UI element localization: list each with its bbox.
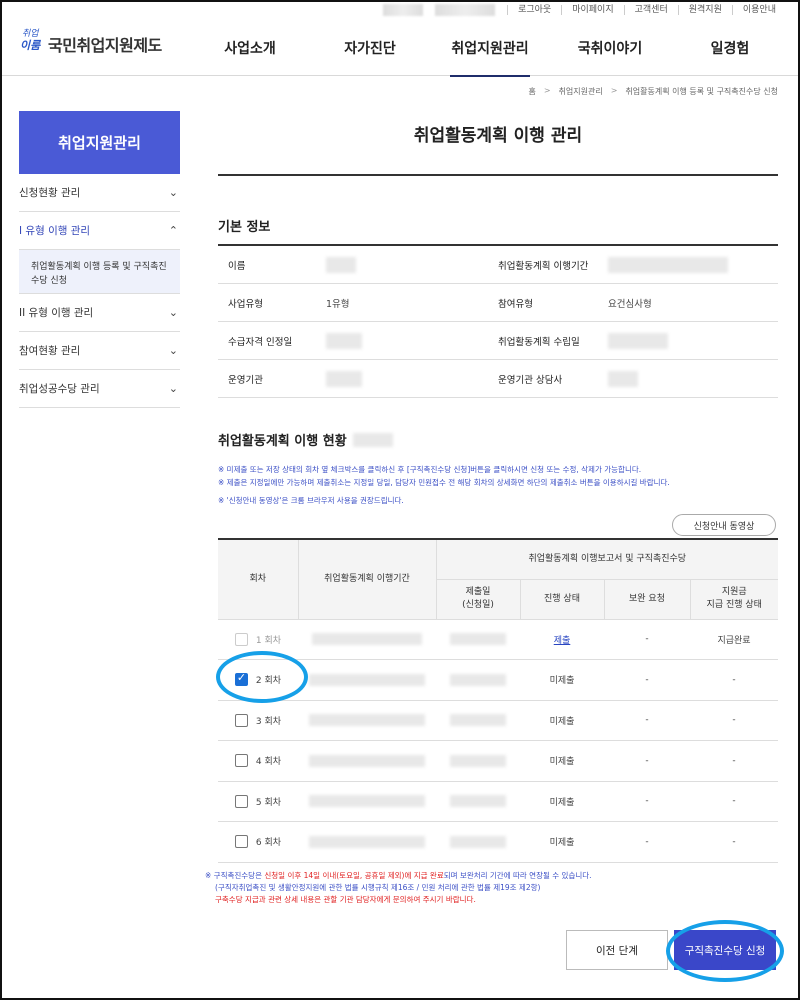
status-title: 취업활동계획 이행 현황 (218, 434, 347, 449)
th-round: 회차 (218, 538, 299, 620)
sidebar-item-application-status[interactable]: 신청현황 관리 ⌄ (19, 174, 180, 212)
plan-status-table: 회차 취업활동계획 이행기간 취업활동계획 이행보고서 및 구직촉진수당 제출일… (218, 538, 778, 863)
redacted-value (450, 633, 506, 646)
breadcrumb-section[interactable]: 취업지원관리 (559, 86, 603, 97)
main-nav: 사업소개 자가진단 취업지원관리 국취이야기 일경험 (190, 20, 790, 77)
nav-self-diagnosis[interactable]: 자가진단 (310, 20, 430, 76)
mypage-link[interactable]: 마이페이지 (561, 5, 623, 15)
logout-link[interactable]: 로그아웃 (507, 5, 561, 15)
sidebar-item-type1[interactable]: I 유형 이행 관리 ⌃ (19, 212, 180, 250)
redacted-value (326, 332, 362, 349)
previous-step-button[interactable]: 이전 단계 (566, 930, 668, 970)
user-info-blurred (435, 4, 496, 16)
th-period: 취업활동계획 이행기간 (297, 538, 437, 620)
header: 취업 이룸 국민취업지원제도 사업소개 자가진단 취업지원관리 국취이야기 일경… (0, 20, 800, 77)
table-row: 5 회차 미제출 - - (218, 781, 778, 822)
chevron-right-icon: > (610, 86, 618, 95)
status-section-header: 취업활동계획 이행 현황 (218, 430, 778, 449)
redacted-value (608, 332, 668, 349)
round-checkbox[interactable] (234, 754, 248, 768)
round-checkbox[interactable] (234, 794, 248, 808)
round-checkbox (234, 632, 248, 646)
logo-mark: 취업 이룸 (20, 29, 41, 52)
redacted-value (312, 633, 422, 646)
sidebar-title: 취업지원관리 (19, 111, 180, 174)
round-checkbox[interactable] (234, 713, 248, 727)
info-row: 수급자격 인정일 취업활동계획 수립일 (218, 322, 778, 360)
remote-support-link[interactable]: 원격지원 (677, 5, 732, 15)
redacted-value (608, 256, 728, 273)
breadcrumb-home[interactable]: 홈 (528, 86, 535, 97)
table-row: 6 회차 미제출 - - (218, 821, 778, 863)
table-row: 1 회차 제출 - 지급완료 (218, 619, 778, 660)
redacted-value (608, 370, 638, 387)
sidebar: 취업지원관리 신청현황 관리 ⌄ I 유형 이행 관리 ⌃ 취업활동계획 이행 … (19, 111, 180, 408)
redacted-value (309, 835, 425, 848)
utility-bar: 로그아웃 마이페이지 고객센터 원격지원 이용안내 (0, 0, 800, 20)
sidebar-item-success-allowance[interactable]: 취업성공수당 관리 ⌄ (19, 370, 180, 408)
chevron-right-icon: > (543, 86, 551, 95)
breadcrumb-current: 취업활동계획 이행 등록 및 구직촉진수당 신청 (625, 87, 778, 96)
basic-info-table: 이름 취업활동계획 이행기간 사업유형 1유형 참여유형 요건심사형 수급자격 … (218, 244, 778, 398)
basic-info-title: 기본 정보 (218, 220, 271, 235)
info-row: 이름 취업활동계획 이행기간 (218, 246, 778, 284)
status-submitted-link[interactable]: 제출 (554, 636, 571, 646)
allowance-notes: ※ 구직촉진수당은 신청일 이후 14일 이내(토요일, 공휴일 제외)에 지급… (205, 871, 592, 904)
chevron-up-icon: ⌃ (168, 224, 178, 237)
nav-employment-support[interactable]: 취업지원관리 (430, 20, 550, 77)
chevron-down-icon: ⌄ (168, 382, 178, 395)
info-row: 사업유형 1유형 참여유형 요건심사형 (218, 284, 778, 322)
sidebar-subitem-plan-register[interactable]: 취업활동계획 이행 등록 및 구직촉진수당 신청 (19, 250, 180, 294)
chevron-down-icon: ⌄ (168, 186, 178, 199)
note-line: ※ '신청안내 동영상'은 크롬 브라우저 사용을 권장드립니다. (218, 496, 404, 505)
guide-link[interactable]: 이용안내 (731, 5, 786, 15)
redacted-value (309, 754, 425, 767)
redacted-value (326, 256, 356, 273)
note-line: ※ 미제출 또는 저장 상태의 회차 옆 체크박스를 클릭하신 후 [구직촉진수… (218, 465, 642, 474)
info-row: 운영기관 운영기관 상담사 (218, 360, 778, 398)
nav-business-intro[interactable]: 사업소개 (190, 20, 310, 76)
redacted-value (309, 714, 425, 727)
redacted-value (352, 432, 393, 447)
site-logo[interactable]: 취업 이룸 국민취업지원제도 (20, 26, 162, 60)
table-row: 3 회차 미제출 - - (218, 700, 778, 741)
th-submit-date: 제출일 (신청일) (436, 578, 521, 620)
note-line: ※ 제출은 지정일에만 가능하며 제출취소는 지정일 당일, 담당자 민원접수 … (218, 478, 670, 487)
highlight-circle (216, 651, 308, 703)
breadcrumb: 홈 > 취업지원관리 > 취업활동계획 이행 등록 및 구직촉진수당 신청 (528, 86, 778, 97)
round-checkbox[interactable] (234, 835, 248, 849)
redacted-value (450, 673, 506, 686)
user-name-blurred (383, 4, 424, 16)
highlight-circle (666, 920, 784, 982)
nav-stories[interactable]: 국취이야기 (550, 20, 670, 76)
nav-work-experience[interactable]: 일경험 (670, 20, 790, 76)
sidebar-item-type2[interactable]: II 유형 이행 관리 ⌄ (19, 294, 180, 332)
logo-text: 국민취업지원제도 (48, 38, 162, 55)
main-content: 취업활동계획 이행 관리 기본 정보 이름 취업활동계획 이행기간 사업유형 1… (218, 110, 778, 863)
status-notes: ※ 미제출 또는 저장 상태의 회차 옆 체크박스를 클릭하신 후 [구직촉진수… (218, 463, 778, 507)
th-status: 진행 상태 (519, 578, 605, 620)
table-row: 4 회차 미제출 - - (218, 740, 778, 782)
guide-video-button[interactable]: 신청안내 동영상 (672, 514, 776, 536)
redacted-value (450, 714, 506, 727)
redacted-value (326, 370, 362, 387)
chevron-down-icon: ⌄ (168, 344, 178, 357)
redacted-value (450, 795, 506, 808)
customer-center-link[interactable]: 고객센터 (623, 5, 678, 15)
th-payment: 지원금 지급 진행 상태 (689, 578, 778, 620)
sidebar-item-participation[interactable]: 참여현황 관리 ⌄ (19, 332, 180, 370)
page-title: 취업활동계획 이행 관리 (218, 110, 778, 176)
redacted-value (450, 835, 506, 848)
redacted-value (450, 754, 506, 767)
redacted-value (309, 673, 425, 686)
redacted-value (309, 795, 425, 808)
th-group: 취업활동계획 이행보고서 및 구직촉진수당 (435, 538, 778, 580)
chevron-down-icon: ⌄ (168, 306, 178, 319)
th-request: 보완 요청 (603, 578, 691, 620)
